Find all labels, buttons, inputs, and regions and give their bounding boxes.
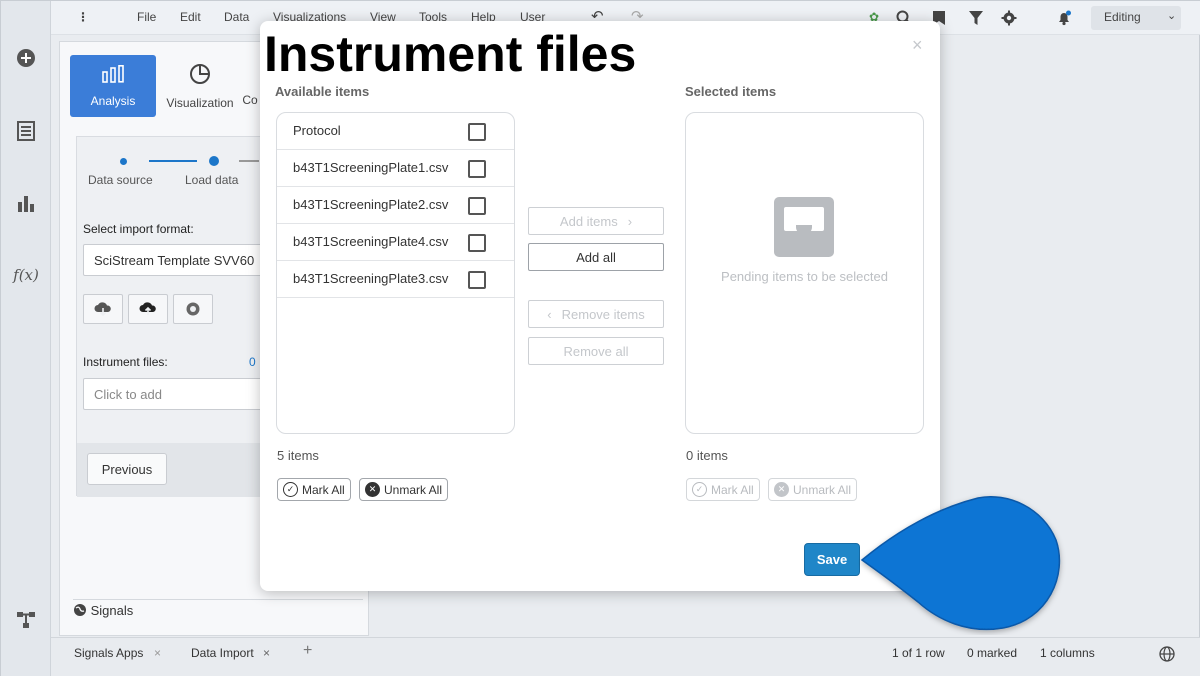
filter-icon[interactable] [968, 10, 984, 29]
available-items-list: Protocol b43T1ScreeningPlate1.csv b43T1S… [276, 112, 515, 434]
chevron-down-icon: ⌄ [1167, 10, 1177, 22]
unmark-all-selected-button[interactable]: ✕ Unmark All [768, 478, 858, 501]
import-format-label: Select import format: [83, 222, 194, 236]
check-circle-icon: ✓ [692, 482, 707, 497]
unmark-all-label: Unmark All [384, 482, 443, 497]
step-dot [120, 158, 127, 165]
menu-file[interactable]: File [137, 10, 156, 24]
columns-status: 1 columns [1040, 646, 1095, 660]
analysis-icon [102, 64, 124, 88]
list-item[interactable]: b43T1ScreeningPlate1.csv [277, 150, 514, 187]
step-dot-current [209, 156, 219, 166]
unmark-all-label: Unmark All [793, 482, 852, 497]
step-connector [239, 160, 259, 162]
chevron-left-icon: ‹ [547, 306, 552, 322]
empty-inbox-icon [774, 197, 834, 257]
selected-count: 0 items [686, 448, 728, 463]
marked-status: 0 marked [967, 646, 1018, 660]
document-icon[interactable] [14, 119, 38, 143]
list-item-label: b43T1ScreeningPlate3.csv [293, 271, 449, 286]
mark-all-available-button[interactable]: ✓ Mark All [277, 478, 351, 501]
bar-chart-icon[interactable] [14, 191, 38, 215]
item-checkbox[interactable] [468, 123, 486, 141]
tab-label: Co [242, 92, 258, 107]
menu-data[interactable]: Data [224, 10, 249, 24]
check-circle-icon: ✓ [283, 482, 298, 497]
close-icon[interactable]: × [154, 646, 161, 660]
instrument-files-dialog: Instrument files × Available items Selec… [260, 21, 940, 591]
x-circle-icon: ✕ [774, 482, 789, 497]
item-checkbox[interactable] [468, 160, 486, 178]
available-items-heading: Available items [275, 84, 370, 99]
globe-icon[interactable] [1159, 646, 1175, 665]
callout-pointer [860, 496, 1061, 631]
list-item-label: b43T1ScreeningPlate1.csv [293, 160, 449, 175]
x-circle-icon: ✕ [365, 482, 380, 497]
dialog-title: Instrument files [264, 26, 637, 82]
gear-icon[interactable] [1001, 10, 1017, 29]
close-icon[interactable]: × [912, 35, 923, 56]
instrument-files-label: Instrument files: [83, 355, 168, 369]
add-all-button[interactable]: Add all [528, 243, 664, 271]
hierarchy-icon[interactable] [14, 608, 38, 632]
mark-all-label: Mark All [302, 482, 345, 497]
tab-signals-apps[interactable]: Signals Apps [74, 646, 143, 660]
function-icon[interactable]: f(x) [13, 263, 39, 287]
globe-icon [73, 603, 91, 618]
item-checkbox[interactable] [468, 271, 486, 289]
remove-all-button[interactable]: Remove all [528, 337, 664, 365]
close-icon[interactable]: × [263, 646, 270, 660]
add-items-button[interactable]: Add items › [528, 207, 664, 235]
selected-items-heading: Selected items [685, 84, 777, 99]
step-label-data-source: Data source [88, 173, 153, 187]
list-item-label: b43T1ScreeningPlate4.csv [293, 234, 449, 249]
add-tab-icon[interactable]: + [303, 642, 312, 660]
mode-dropdown[interactable]: Editing ⌄ [1091, 6, 1181, 30]
tab-label: Analysis [90, 93, 136, 108]
left-rail: f(x) [1, 1, 51, 676]
add-items-label: Add items [559, 213, 618, 229]
list-item[interactable]: b43T1ScreeningPlate2.csv [277, 187, 514, 224]
empty-state-text: Pending items to be selected [721, 269, 888, 284]
tab-visualization[interactable]: Visualization [157, 55, 243, 117]
menu-edit[interactable]: Edit [180, 10, 201, 24]
previous-button[interactable]: Previous [87, 453, 167, 485]
list-item-label: Protocol [293, 123, 341, 138]
cloud-upload-icon[interactable] [128, 294, 168, 324]
tab-label: Visualization [166, 95, 234, 110]
list-item[interactable]: b43T1ScreeningPlate4.csv [277, 224, 514, 261]
add-circle-icon[interactable] [14, 46, 38, 70]
item-checkbox[interactable] [468, 197, 486, 215]
signals-bar: Signals [73, 599, 363, 623]
instrument-files-count: 0 [249, 355, 256, 369]
list-item[interactable]: Protocol [277, 113, 514, 150]
add-source-icon[interactable] [173, 294, 213, 324]
unmark-all-available-button[interactable]: ✕ Unmark All [359, 478, 449, 501]
tab-analysis[interactable]: Analysis [70, 55, 156, 117]
notification-bell-icon[interactable] [1056, 10, 1072, 29]
rows-status: 1 of 1 row [892, 646, 945, 660]
mark-all-selected-button[interactable]: ✓ Mark All [686, 478, 760, 501]
mark-all-label: Mark All [711, 482, 754, 497]
save-button[interactable]: Save [804, 543, 860, 576]
step-connector [149, 160, 197, 162]
remove-items-button[interactable]: ‹ Remove items [528, 300, 664, 328]
cloud-download-icon[interactable] [83, 294, 123, 324]
chevron-right-icon: › [627, 213, 633, 229]
step-label-load-data: Load data [185, 173, 239, 187]
item-checkbox[interactable] [468, 234, 486, 252]
remove-items-label: Remove items [561, 306, 645, 322]
selected-items-list: Pending items to be selected [685, 112, 924, 434]
more-menu-icon[interactable]: ⋮ [77, 10, 89, 24]
list-item[interactable]: b43T1ScreeningPlate3.csv [277, 261, 514, 298]
pie-chart-icon [189, 63, 211, 90]
tab-data-import[interactable]: Data Import [191, 646, 254, 660]
signals-label: Signals [90, 603, 134, 618]
available-count: 5 items [277, 448, 319, 463]
bottom-tab-bar: Signals Apps × Data Import × + 1 of 1 ro… [51, 637, 1200, 676]
mode-label: Editing [1104, 10, 1141, 24]
list-item-label: b43T1ScreeningPlate2.csv [293, 197, 449, 212]
